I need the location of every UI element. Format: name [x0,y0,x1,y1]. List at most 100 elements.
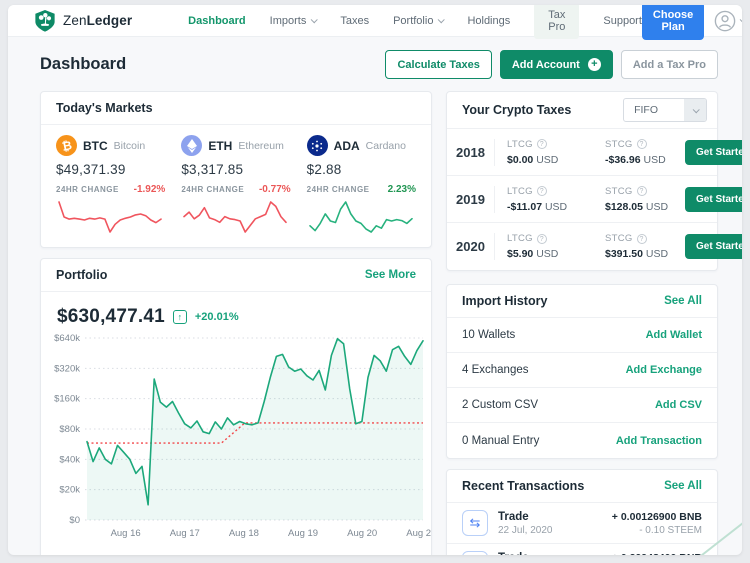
crypto-taxes-title: Your Crypto Taxes [462,103,572,117]
nav-item-portfolio[interactable]: Portfolio [393,15,446,27]
get-started-button[interactable]: Get Started [685,186,742,212]
help-icon[interactable]: ? [636,233,647,244]
recent-transactions-title: Recent Transactions [462,479,585,493]
help-icon[interactable]: ? [536,186,547,196]
stcg-value: $128.05 USD [605,200,669,213]
add-exchange-link[interactable]: Add Exchange [626,364,702,376]
ada-icon [306,135,328,156]
tax-year-row-2019: 2019 LTCG? -$11.07 USD STCG? $128.05 USD… [447,176,742,223]
transaction-row[interactable]: ⇆ Trade 22 Jul, 2020 + 0.29948400 BNB - … [447,544,717,555]
tax-year: 2020 [456,239,485,254]
nav-item-imports[interactable]: Imports [270,15,319,27]
markets-title: Today's Markets [56,101,153,115]
import-row-exchanges: 4 Exchanges Add Exchange [447,353,717,388]
see-all-link[interactable]: See All [664,480,702,492]
btc-sparkline-chart [58,201,162,233]
add-wallet-link[interactable]: Add Wallet [646,329,702,341]
nav-item-dashboard[interactable]: Dashboard [188,15,245,27]
nav-item-tax-pro[interactable]: Tax Pro [534,5,580,39]
portfolio-line-chart: $640k $320k $160k $80k $40k $20k $0 Aug 16 Aug 1… [54,333,436,539]
tax-year: 2019 [456,191,485,207]
svg-text:$320k: $320k [54,363,80,374]
help-icon[interactable]: ? [536,139,547,149]
choose-plan-button[interactable]: Choose Plan [641,5,705,40]
trend-up-icon: ↑ [172,310,187,324]
zenledger-shield-icon [35,9,55,32]
svg-text:$640k: $640k [54,333,80,344]
accounting-method-select[interactable]: FIFO [623,98,707,122]
coin-name: Bitcoin [113,139,146,152]
chevron-down-icon [739,16,742,24]
tax-year: 2018 [456,144,485,160]
svg-text:$20k: $20k [59,485,80,496]
ltcg-value: -$11.07 USD [507,200,568,213]
transaction-type: Trade [498,552,553,556]
crypto-taxes-card: Your Crypto Taxes FIFO 2018 LTCG? $0.00 … [446,91,742,271]
help-icon[interactable]: ? [536,233,547,244]
zenledger-logo[interactable]: ZenLedger [34,9,132,33]
import-count: 10 Wallets [462,329,516,341]
help-icon[interactable]: ? [636,139,647,149]
ltcg-label: LTCG [507,138,533,150]
import-count: 4 Exchanges [462,364,529,376]
add-csv-link[interactable]: Add CSV [655,399,702,411]
calculate-taxes-button[interactable]: Calculate Taxes [385,50,492,79]
stcg-label: STCG [605,138,633,150]
tax-year-row-2020: 2020 LTCG? $5.90 USD STCG? $391.50 USD G… [447,223,742,270]
svg-text:$160k: $160k [54,394,80,405]
import-history-card: Import History See All 10 Wallets Add Wa… [446,284,718,459]
change-value: -1.92% [133,184,166,195]
svg-text:$80k: $80k [59,424,80,435]
nav-item-holdings[interactable]: Holdings [467,15,510,27]
transaction-date: 22 Jul, 2020 [498,524,553,536]
portfolio-change: +20.01% [194,311,239,323]
header-actions: Calculate Taxes Add Account + Add a Tax … [385,50,718,79]
transaction-row[interactable]: ⇆ Trade 22 Jul, 2020 + 0.00126900 BNB - … [447,503,717,544]
brand-wordmark: ZenLedger [63,13,133,28]
recent-transactions-card: Recent Transactions See All ⇆ Trade 22 J… [446,469,718,555]
import-row-csv: 2 Custom CSV Add CSV [447,388,717,423]
ltcg-label: LTCG [507,233,533,244]
get-started-button[interactable]: Get Started [685,139,742,165]
get-started-button[interactable]: Get Started [685,234,742,259]
see-more-link[interactable]: See More [365,269,416,281]
stcg-label: STCG [605,185,633,197]
coin-price: $49,371.39 [56,162,126,177]
change-label: 24HR CHANGE [56,185,119,194]
svg-text:Aug 16: Aug 16 [111,528,141,539]
todays-markets-card: Today's Markets ₿ BTC Bitcoin $49,371.39… [40,91,432,248]
add-transaction-link[interactable]: Add Transaction [616,435,702,447]
selected-method: FIFO [634,104,658,116]
coin-symbol: BTC [83,138,108,153]
add-tax-pro-button[interactable]: Add a Tax Pro [620,50,718,79]
svg-text:Aug 21: Aug 21 [406,528,431,539]
nav-links: Dashboard Imports Taxes Portfolio Holdin… [188,5,642,39]
change-value: 2.23% [387,184,416,195]
page-title: Dashboard [40,55,127,73]
coin-symbol: ETH [208,138,233,153]
help-icon[interactable]: ? [636,186,647,196]
chevron-down-icon [310,16,319,24]
nav-item-support[interactable]: Support [603,15,642,27]
see-all-link[interactable]: See All [664,295,702,307]
portfolio-card: Portfolio See More $630,477.41 ↑ +20.01%… [40,258,436,555]
svg-text:Aug 20: Aug 20 [347,528,377,539]
svg-text:$0: $0 [69,515,80,526]
nav-item-taxes[interactable]: Taxes [340,15,369,27]
page-header: Dashboard Calculate Taxes Add Account + … [8,37,742,91]
import-count: 0 Manual Entry [462,434,540,447]
market-item-btc: ₿ BTC Bitcoin $49,371.39 24HR CHANGE -1.… [56,135,165,239]
portfolio-value: $630,477.41 [57,306,165,327]
chevron-down-icon [684,99,706,121]
add-account-button[interactable]: Add Account + [499,50,613,79]
trade-swap-icon: ⇆ [462,510,488,536]
trade-swap-icon: ⇆ [462,551,488,555]
import-row-manual: 0 Manual Entry Add Transaction [447,423,717,458]
ltcg-value: $5.90 USD [507,248,559,260]
market-item-eth: ETH Ethereum $3,317.85 24HR CHANGE -0.77… [181,135,291,239]
import-count: 2 Custom CSV [462,399,539,411]
chevron-down-icon [438,16,446,24]
user-menu[interactable] [714,10,742,32]
change-value: -0.77% [258,184,291,195]
stcg-value: -$36.96 USD [605,153,666,166]
